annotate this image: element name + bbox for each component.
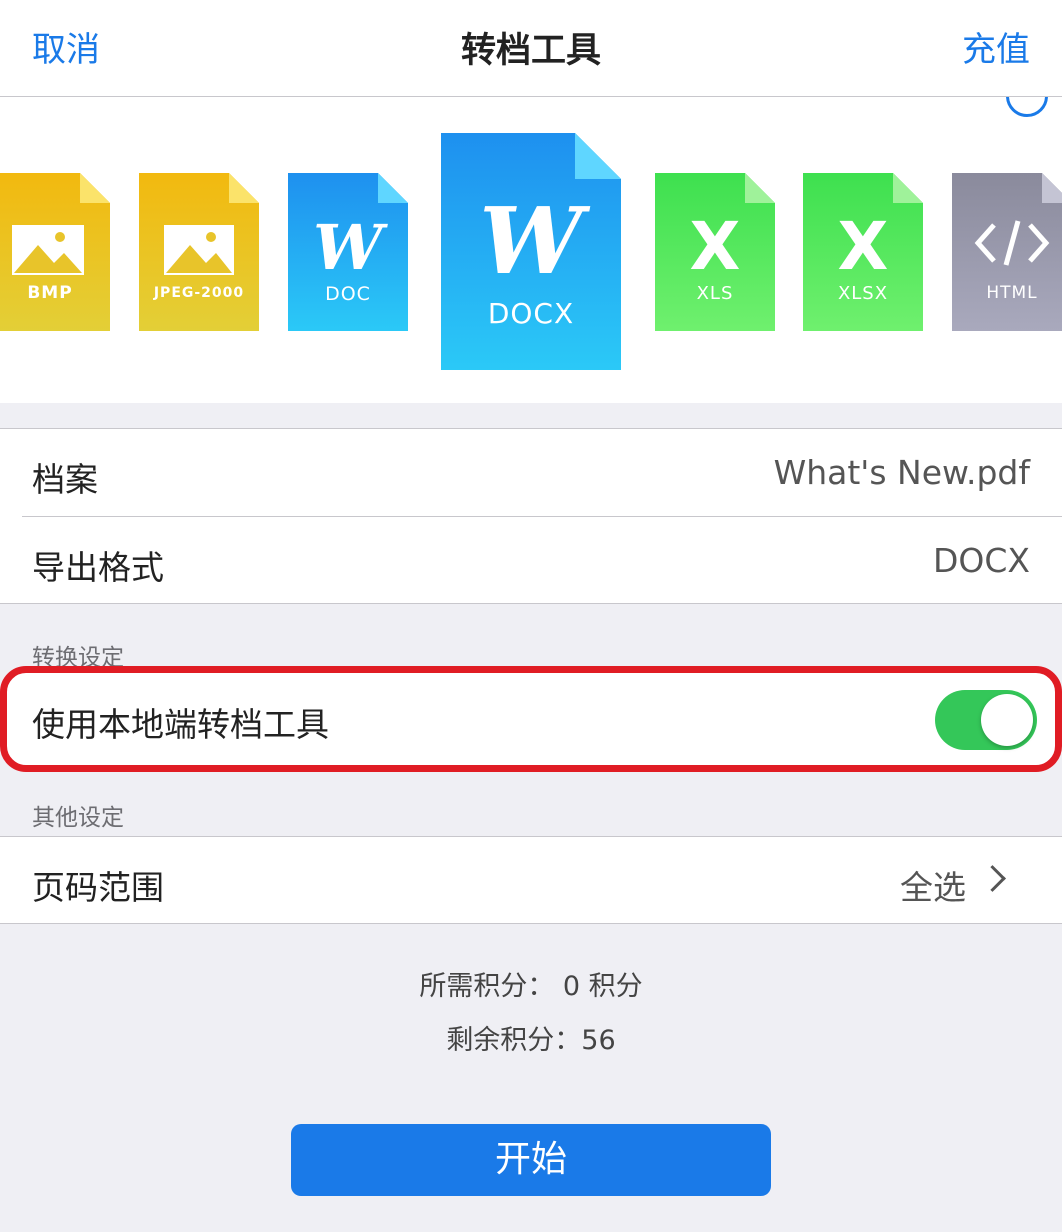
toggle-knob (981, 694, 1033, 746)
format-xls[interactable]: X XLS (655, 173, 775, 331)
svg-text:W: W (479, 187, 590, 295)
image-icon (139, 173, 259, 331)
page-title: 转档工具 (460, 31, 601, 71)
page-range-row[interactable]: 页码范围 全选 (0, 836, 1062, 924)
local-tool-label: 使用本地端转档工具 (32, 705, 329, 744)
format-docx-selected[interactable]: W DOCX (441, 133, 621, 370)
format-label: JPEG-2000 (153, 285, 245, 301)
remaining-credits: 剩余积分：56 (446, 1025, 616, 1056)
required-credits: 所需积分： 0 积分 (419, 971, 643, 1002)
format-doc[interactable]: W DOC (288, 173, 408, 331)
recharge-button[interactable]: 充值 (962, 22, 1030, 71)
format-label: HTML (986, 283, 1038, 303)
navigation-bar: 取消 转档工具 充值 (0, 0, 1062, 97)
svg-text:W: W (313, 211, 388, 284)
excel-icon: X (655, 173, 775, 331)
local-tool-row: 使用本地端转档工具 (0, 666, 1062, 772)
file-info-group: 档案 What's New.pdf 导出格式 DOCX (0, 428, 1062, 604)
page-range-label: 页码范围 (32, 868, 164, 907)
code-icon (952, 173, 1062, 331)
info-icon[interactable] (1006, 97, 1048, 117)
format-label: BMP (27, 283, 73, 303)
format-html[interactable]: HTML (952, 173, 1062, 331)
word-icon: W (441, 133, 621, 370)
svg-text:X: X (690, 208, 741, 285)
format-xlsx[interactable]: X XLSX (803, 173, 923, 331)
other-settings-header: 其他设定 (32, 805, 124, 831)
export-format-row: 导出格式 DOCX (0, 517, 1062, 603)
export-format-value: DOCX (932, 541, 1030, 580)
excel-icon: X (803, 173, 923, 331)
format-jpeg2000[interactable]: JPEG-2000 (139, 173, 259, 331)
format-label: XLS (696, 283, 734, 304)
format-label: DOCX (487, 297, 575, 330)
format-label: DOC (325, 283, 371, 305)
format-carousel[interactable]: BMP JPEG-2000 W DOC W DOCX X XLS X XLSX … (0, 97, 1062, 403)
page-range-value: 全选 (900, 868, 966, 907)
chevron-right-icon (979, 865, 1006, 892)
format-label: XLSX (837, 283, 889, 304)
file-label: 档案 (32, 460, 98, 499)
file-name: What's New.pdf (773, 453, 1030, 492)
word-icon: W (288, 173, 408, 331)
export-format-label: 导出格式 (32, 548, 164, 587)
local-tool-toggle[interactable] (935, 690, 1037, 750)
format-bmp[interactable]: BMP (0, 173, 110, 331)
svg-text:X: X (838, 208, 889, 285)
file-row: 档案 What's New.pdf (0, 429, 1062, 516)
image-icon (0, 173, 110, 331)
start-button[interactable]: 开始 (291, 1124, 771, 1196)
